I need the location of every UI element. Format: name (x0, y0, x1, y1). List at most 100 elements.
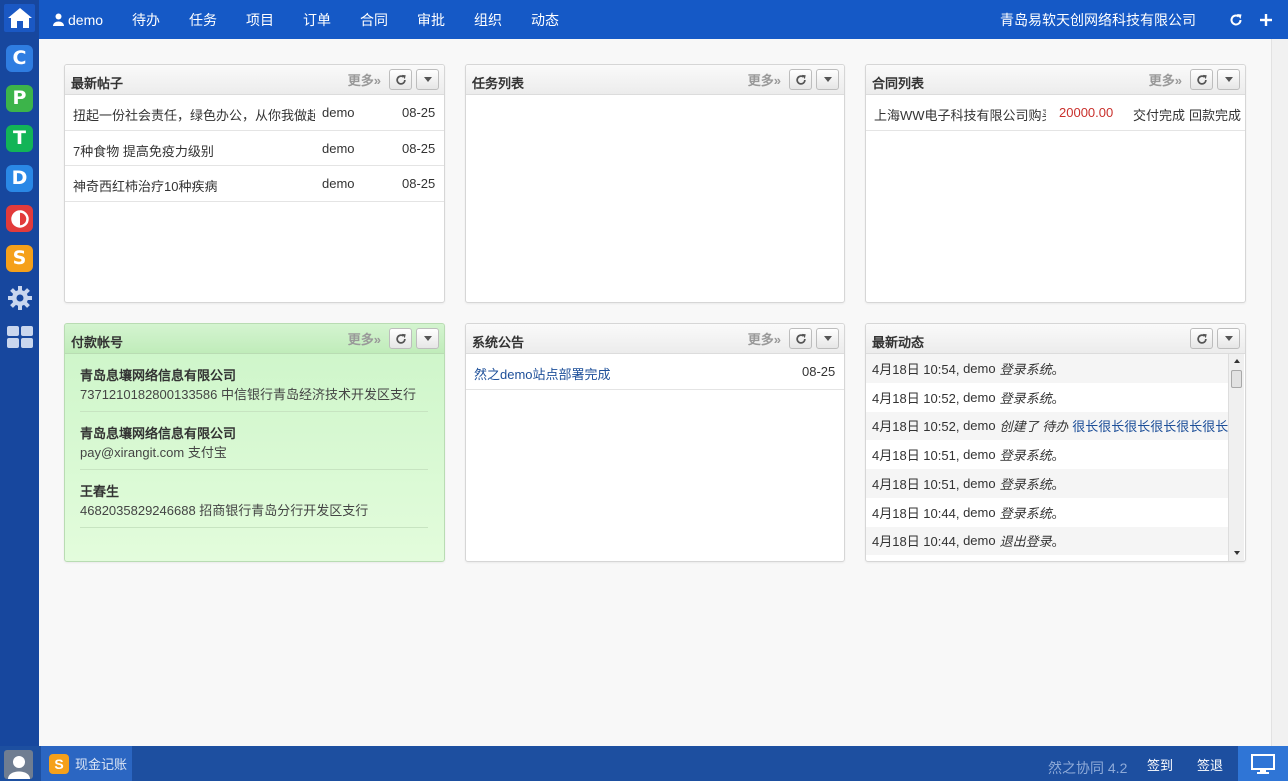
refresh-panel-button[interactable] (1190, 69, 1213, 90)
post-row[interactable]: 7种食物 提高免疫力级别 demo 08-25 (65, 131, 444, 166)
scroll-down-arrow-icon[interactable] (1230, 549, 1244, 557)
app-cash-icon[interactable]: S (6, 245, 33, 272)
settings-gear-icon[interactable] (5, 283, 34, 312)
panel-title: 合同列表 (872, 76, 925, 91)
activity-row: 4月18日 10:52, demo 创建了 待办 很长很长很长很长很长很长 (866, 411, 1228, 441)
account-info: pay@xirangit.com 支付宝 (80, 445, 227, 460)
post-title[interactable]: 扭起一份社会责任，绿色办公，从你我做起 (73, 105, 315, 124)
notice-row[interactable]: 然之demo站点部署完成 08-25 (466, 354, 844, 390)
activity-scrollbar[interactable] (1228, 354, 1244, 561)
top-navbar: demo 待办 任务 项目 订单 合同 审批 组织 动态 青岛易软天创网络科技有… (39, 0, 1288, 39)
cash-app-icon: S (49, 753, 69, 774)
refresh-icon (395, 74, 406, 85)
nav-organization[interactable]: 组织 (474, 10, 502, 30)
post-title[interactable]: 7种食物 提高免疫力级别 (73, 141, 315, 160)
more-link[interactable]: 更多» (348, 70, 381, 89)
activity-action: 登录系统 (999, 476, 1052, 492)
nav-order[interactable]: 订单 (303, 10, 331, 30)
nav-todo[interactable]: 待办 (132, 10, 160, 30)
account-item: 王春生 4682035829246688 招商银行青岛分行开发区支行 (80, 470, 428, 528)
more-link[interactable]: 更多» (348, 329, 381, 348)
activity-action: 登录系统 (999, 361, 1052, 377)
panel-menu-button[interactable] (1217, 69, 1240, 90)
panel-title: 付款帐号 (71, 335, 124, 350)
post-date: 08-25 (402, 140, 436, 156)
home-icon[interactable] (4, 4, 35, 32)
panel-header: 最新动态 (866, 324, 1245, 354)
app-oa-icon[interactable] (6, 205, 33, 232)
refresh-panel-button[interactable] (1190, 328, 1213, 349)
sign-out-button[interactable]: 签退 (1197, 755, 1223, 774)
task-list-panel: 任务列表 更多» (465, 64, 845, 303)
post-row[interactable]: 扭起一份社会责任，绿色办公，从你我做起 demo 08-25 (65, 95, 444, 131)
page-scrollbar[interactable] (1271, 39, 1288, 746)
refresh-panel-button[interactable] (789, 69, 812, 90)
user-menu[interactable]: demo (53, 12, 103, 28)
activity-row: 4月18日 10:54, demo 登录系统。 (866, 354, 1228, 383)
all-apps-grid-icon[interactable] (5, 322, 34, 351)
activity-time: 4月18日 10:51, (872, 476, 960, 492)
activity-user: demo (963, 533, 996, 549)
account-info: 4682035829246688 招商银行青岛分行开发区支行 (80, 503, 369, 518)
scroll-thumb[interactable] (1231, 370, 1242, 388)
activity-list: 4月18日 10:54, demo 登录系统。 4月18日 10:52, demo… (866, 354, 1228, 561)
nav-project[interactable]: 项目 (246, 10, 274, 30)
panel-title: 系统公告 (472, 335, 525, 350)
add-block-icon[interactable] (1258, 12, 1274, 28)
show-desktop-button[interactable] (1238, 746, 1288, 781)
activity-user: demo (963, 447, 996, 463)
nav-approval[interactable]: 审批 (417, 10, 445, 30)
contract-name[interactable]: 上海WW电子科技有限公司购买 (874, 105, 1046, 124)
notice-date: 08-25 (802, 364, 836, 379)
activity-time: 4月18日 10:52, (872, 390, 960, 406)
panel-menu-button[interactable] (1217, 328, 1240, 349)
activity-end: 。 (1051, 390, 1065, 406)
payment-accounts-panel: 付款帐号 更多» 青岛息壤网络信息有限公司 737121018280013358… (64, 323, 445, 562)
company-name[interactable]: 青岛易软天创网络科技有限公司 (1000, 10, 1196, 30)
scroll-up-arrow-icon[interactable] (1230, 357, 1244, 365)
panel-header: 系统公告 更多» (466, 324, 844, 354)
activity-action: 登录系统 (999, 448, 1052, 464)
refresh-panel-button[interactable] (389, 69, 412, 90)
caret-down-icon (423, 77, 432, 82)
panel-menu-button[interactable] (816, 69, 839, 90)
user-avatar[interactable] (4, 750, 33, 779)
app-doc-icon[interactable]: D (6, 165, 33, 192)
activity-action: 创建了 待办 (999, 419, 1069, 435)
refresh-panel-button[interactable] (789, 328, 812, 349)
panel-title: 最新动态 (872, 335, 925, 350)
panel-title: 任务列表 (472, 76, 525, 91)
caret-down-icon (823, 336, 832, 341)
nav-task[interactable]: 任务 (189, 10, 217, 30)
nav-activity[interactable]: 动态 (531, 10, 559, 30)
refresh-icon (1196, 333, 1207, 344)
activity-time: 4月18日 10:44, (872, 505, 960, 521)
refresh-panel-button[interactable] (389, 328, 412, 349)
activity-end: 。 (1051, 505, 1065, 521)
notice-title[interactable]: 然之demo站点部署完成 (474, 364, 611, 383)
app-project-icon[interactable]: P (6, 85, 33, 112)
delivery-status: 交付完成 (1133, 108, 1186, 123)
refresh-icon[interactable] (1228, 12, 1244, 28)
post-row[interactable]: 神奇西红柿治疗10种疾病 demo 08-25 (65, 166, 444, 202)
app-crm-icon[interactable]: C (6, 45, 33, 72)
more-link[interactable]: 更多» (748, 70, 781, 89)
activity-action: 登录系统 (999, 390, 1052, 406)
taskbar-app-cash[interactable]: S 现金记账 (41, 746, 132, 781)
panel-menu-button[interactable] (416, 69, 439, 90)
sign-in-button[interactable]: 签到 (1147, 755, 1173, 774)
post-title[interactable]: 神奇西红柿治疗10种疾病 (73, 176, 315, 195)
nav-contract[interactable]: 合同 (360, 10, 388, 30)
activity-link[interactable]: 很长很长很长很长很长很长 (1072, 416, 1228, 435)
panel-header: 合同列表 更多» (866, 65, 1245, 95)
more-link[interactable]: 更多» (748, 329, 781, 348)
monitor-icon (1251, 753, 1275, 774)
panel-menu-button[interactable] (816, 328, 839, 349)
post-author: demo (322, 176, 355, 191)
more-link[interactable]: 更多» (1149, 70, 1182, 89)
account-item: 青岛息壤网络信息有限公司 7371210182800133586 中信银行青岛经… (80, 354, 428, 412)
app-team-icon[interactable]: T (6, 125, 33, 152)
latest-posts-panel: 最新帖子 更多» 扭起一份社会责任，绿色办公，从你我做起 demo 08-25 … (64, 64, 445, 303)
panel-menu-button[interactable] (416, 328, 439, 349)
contract-row[interactable]: 上海WW电子科技有限公司购买 20000.00 交付完成 回款完成 (866, 95, 1245, 131)
